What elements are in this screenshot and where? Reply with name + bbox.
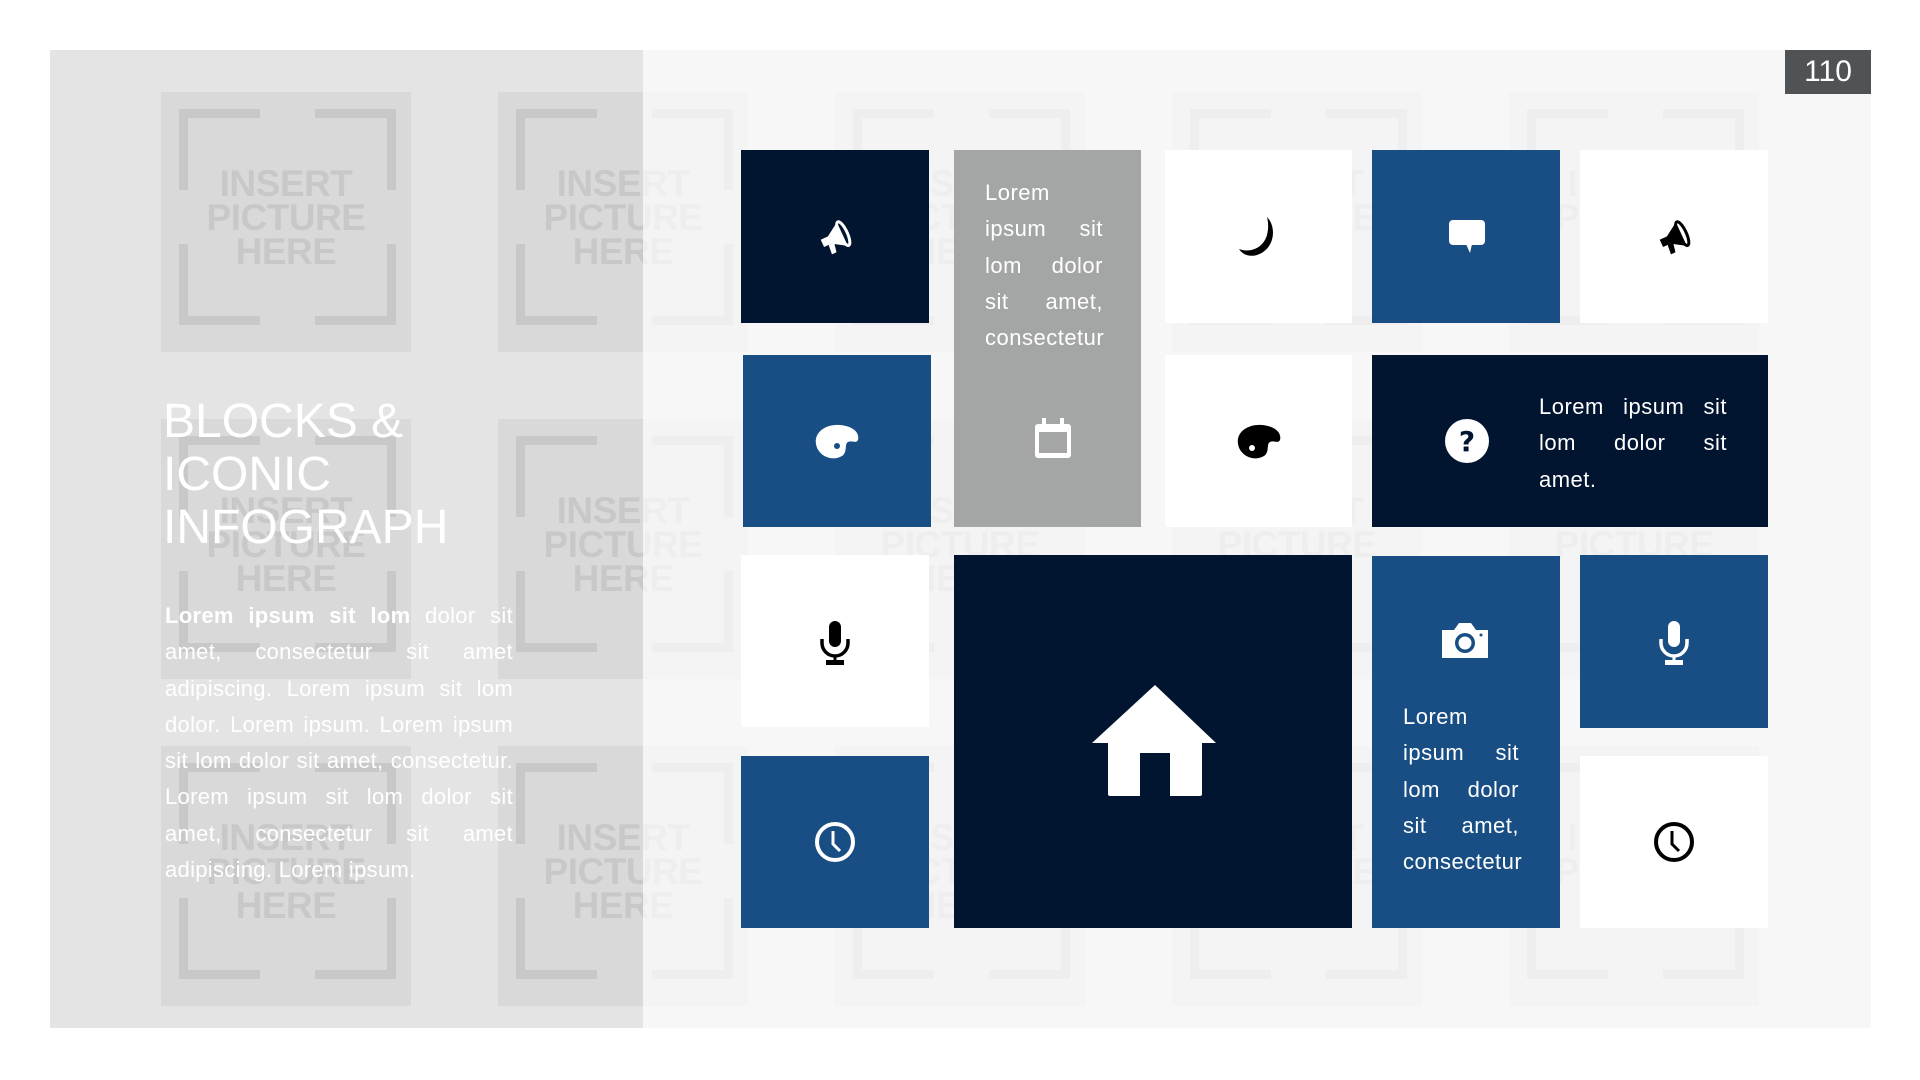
block-clock-white[interactable] bbox=[1580, 756, 1768, 928]
block-moon[interactable] bbox=[1165, 150, 1352, 323]
block-help-text[interactable]: ? Lorem ipsum sit lom dolor sit amet. bbox=[1372, 355, 1768, 527]
camera-icon bbox=[1442, 623, 1488, 658]
block-palette-white[interactable] bbox=[1165, 355, 1352, 527]
description-body: dolor sit amet, consectetur sit amet adi… bbox=[165, 603, 513, 883]
description-lead: Lorem ipsum sit lom bbox=[165, 603, 411, 628]
calendar-icon bbox=[1035, 418, 1071, 458]
block-clock-blue[interactable] bbox=[741, 756, 929, 928]
megaphone-icon bbox=[820, 220, 852, 255]
slide-title: BLOCKS & ICONIC INFOGRAPH bbox=[163, 395, 449, 554]
block-text: Lorem ipsum sit lom dolor sit amet, cons… bbox=[985, 180, 1105, 351]
megaphone-icon bbox=[1659, 220, 1691, 255]
block-megaphone-white[interactable] bbox=[1580, 150, 1768, 323]
block-camera-text[interactable]: Lorem ipsum sit lom dolor sit amet, cons… bbox=[1372, 556, 1560, 928]
block-palette-blue[interactable] bbox=[743, 355, 931, 527]
block-microphone-white[interactable] bbox=[741, 555, 929, 727]
slide-description: Lorem ipsum sit lom dolor sit amet, cons… bbox=[165, 598, 513, 888]
palette-icon bbox=[815, 424, 859, 459]
block-megaphone-navy[interactable] bbox=[741, 150, 929, 323]
clock-icon bbox=[1654, 822, 1694, 862]
block-home[interactable] bbox=[954, 555, 1352, 928]
block-microphone-blue[interactable] bbox=[1580, 555, 1768, 728]
moon-icon bbox=[1239, 217, 1273, 256]
block-text: Lorem ipsum sit lom dolor sit amet. bbox=[1539, 394, 1727, 492]
clock-icon bbox=[815, 822, 855, 862]
chat-bubble-icon bbox=[1449, 220, 1485, 253]
block-calendar-text[interactable]: Lorem ipsum sit lom dolor sit amet, cons… bbox=[954, 150, 1141, 527]
microphone-icon bbox=[1659, 621, 1689, 665]
help-icon: ? bbox=[1445, 419, 1489, 463]
microphone-icon bbox=[820, 621, 850, 665]
svg-text:?: ? bbox=[1459, 425, 1475, 458]
block-text: Lorem ipsum sit lom dolor sit amet, cons… bbox=[1403, 704, 1523, 875]
home-icon bbox=[1092, 685, 1216, 797]
page-number-badge: 110 bbox=[1785, 50, 1871, 94]
block-chat[interactable] bbox=[1372, 150, 1560, 323]
palette-icon bbox=[1237, 424, 1281, 459]
